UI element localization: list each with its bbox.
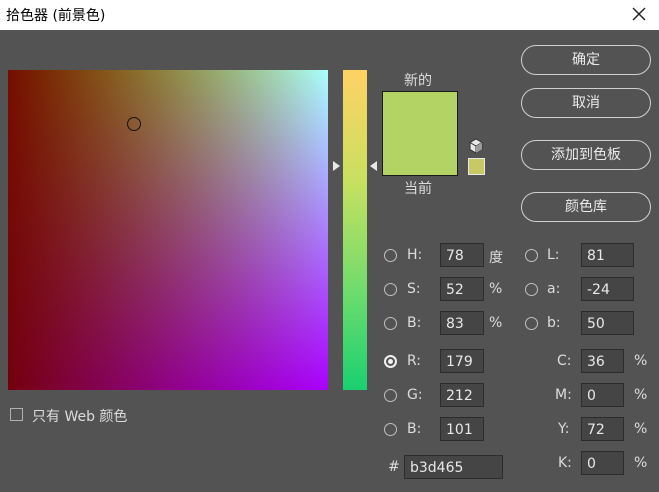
c-label: C: xyxy=(557,353,572,369)
k-unit: % xyxy=(634,455,648,471)
s-input[interactable]: 52 xyxy=(440,277,484,301)
radio-s[interactable] xyxy=(384,283,397,296)
m-unit: % xyxy=(634,387,648,403)
cancel-button[interactable]: 取消 xyxy=(521,88,651,118)
m-label: M: xyxy=(555,387,572,403)
blue-input[interactable]: 101 xyxy=(440,417,484,441)
y-unit: % xyxy=(634,421,648,437)
color-field-dark-layer xyxy=(8,70,328,390)
color-picker-marker[interactable] xyxy=(127,117,141,131)
brightness-input[interactable]: 83 xyxy=(440,311,484,335)
ok-button[interactable]: 确定 xyxy=(521,45,651,75)
y-label: Y: xyxy=(558,421,570,437)
y-input[interactable]: 72 xyxy=(581,417,624,441)
radio-brightness[interactable] xyxy=(384,317,397,330)
g-input[interactable]: 212 xyxy=(440,383,484,407)
h-label: H: xyxy=(407,247,423,263)
radio-l[interactable] xyxy=(525,249,538,262)
blue-label: B: xyxy=(407,421,422,437)
a-input[interactable]: -24 xyxy=(581,277,634,301)
l-input[interactable]: 81 xyxy=(581,243,634,267)
title-bar: 拾色器 (前景色) xyxy=(0,0,659,30)
c-unit: % xyxy=(634,353,648,369)
m-input[interactable]: 0 xyxy=(581,383,624,407)
new-color-swatch xyxy=(382,91,458,134)
color-libraries-button[interactable]: 颜色库 xyxy=(521,192,651,222)
k-input[interactable]: 0 xyxy=(581,451,624,475)
web-colors-only-checkbox[interactable] xyxy=(10,408,23,421)
current-color-swatch[interactable] xyxy=(382,133,458,176)
current-color-label: 当前 xyxy=(404,181,432,197)
s-unit: % xyxy=(489,281,503,297)
k-label: K: xyxy=(558,455,572,471)
new-color-label: 新的 xyxy=(404,73,432,89)
h-input[interactable]: 78 xyxy=(440,243,484,267)
hex-label: # xyxy=(388,459,400,475)
g-label: G: xyxy=(407,387,423,403)
a-label: a: xyxy=(547,281,561,297)
hex-input[interactable]: b3d465 xyxy=(404,455,503,479)
out-of-gamut-cube-icon[interactable] xyxy=(468,138,484,154)
radio-h[interactable] xyxy=(384,249,397,262)
lab-b-input[interactable]: 50 xyxy=(581,311,634,335)
h-unit: 度 xyxy=(489,250,503,266)
radio-blue[interactable] xyxy=(384,423,397,436)
l-label: L: xyxy=(547,247,560,263)
radio-r[interactable] xyxy=(384,355,397,368)
c-input[interactable]: 36 xyxy=(581,349,624,373)
channel-slider[interactable] xyxy=(343,70,367,390)
add-to-swatches-button[interactable]: 添加到色板 xyxy=(521,140,651,170)
r-input[interactable]: 179 xyxy=(440,349,484,373)
r-label: R: xyxy=(407,353,422,369)
s-label: S: xyxy=(407,281,421,297)
close-icon[interactable] xyxy=(627,2,651,26)
window-title: 拾色器 (前景色) xyxy=(6,8,106,24)
radio-a[interactable] xyxy=(525,283,538,296)
brightness-unit: % xyxy=(489,315,503,331)
radio-g[interactable] xyxy=(384,389,397,402)
slider-handle-left[interactable] xyxy=(333,161,340,171)
radio-lab-b[interactable] xyxy=(525,317,538,330)
lab-b-label: b: xyxy=(547,315,561,331)
web-colors-only-label: 只有 Web 颜色 xyxy=(32,409,128,425)
web-safe-color-swatch[interactable] xyxy=(468,158,485,175)
color-field[interactable] xyxy=(8,70,328,390)
brightness-label: B: xyxy=(407,315,422,331)
slider-handle-right[interactable] xyxy=(370,161,377,171)
